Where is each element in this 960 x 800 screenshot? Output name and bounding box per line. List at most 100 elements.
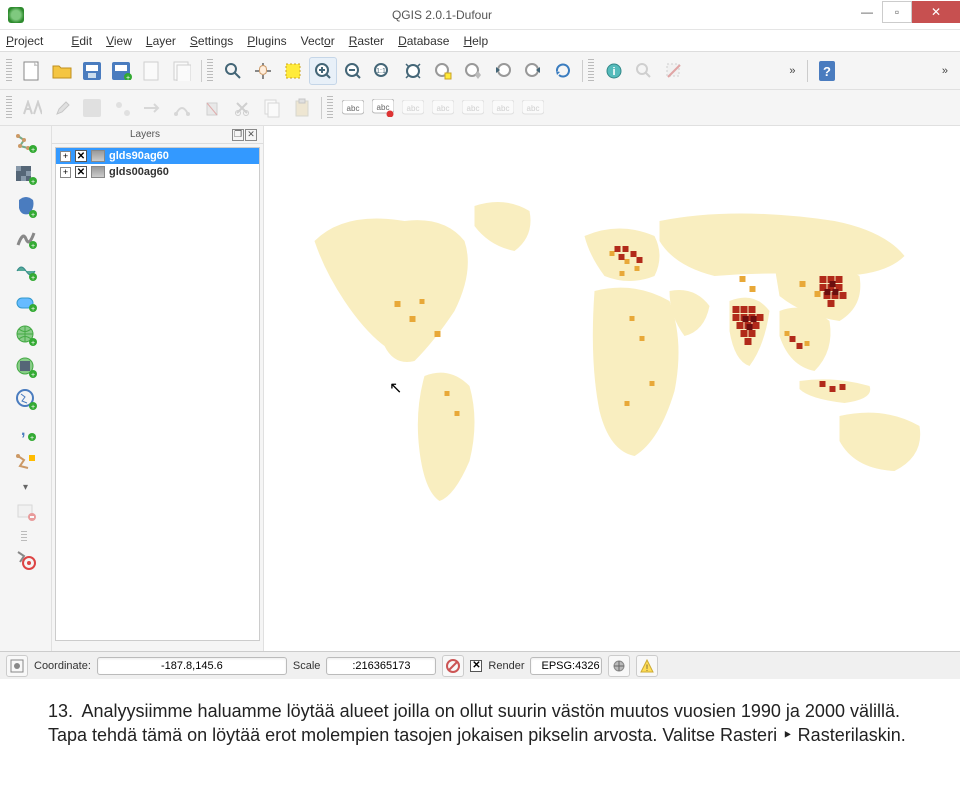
menu-view[interactable]: View — [106, 34, 132, 48]
layer-item-glds00ag60[interactable]: + ✕ glds00ag60 — [56, 164, 259, 180]
svg-text:abc: abc — [467, 104, 480, 113]
minimize-button[interactable]: — — [852, 1, 882, 23]
layer-item-glds90ag60[interactable]: + ✕ glds90ag60 — [56, 148, 259, 164]
epsg-value[interactable]: EPSG:4326 — [530, 657, 602, 675]
toggle-extents-button[interactable] — [6, 655, 28, 677]
toolbar-digitize: abc abc abc abc abc abc abc — [0, 90, 960, 126]
stop-render-button[interactable] — [442, 655, 464, 677]
add-spatialite-layer-button[interactable]: + — [11, 226, 41, 252]
expand-toggle[interactable]: + — [60, 167, 71, 178]
map-canvas[interactable]: ↖ — [264, 126, 960, 651]
menu-project[interactable]: Project — [6, 34, 57, 48]
add-vector-layer-button[interactable]: + — [11, 130, 41, 156]
label-tool-2[interactable]: abc — [369, 94, 397, 122]
layer-visibility-checkbox[interactable]: ✕ — [75, 150, 87, 162]
add-oracle-layer-button[interactable]: + — [11, 290, 41, 316]
svg-text:?: ? — [823, 64, 831, 79]
paste-button[interactable] — [288, 94, 316, 122]
help-button[interactable]: ? — [813, 57, 841, 85]
refresh-button[interactable] — [549, 57, 577, 85]
add-delimited-text-button[interactable]: ,+ — [11, 418, 41, 444]
menu-layer[interactable]: Layer — [146, 34, 176, 48]
save-project-button[interactable] — [78, 57, 106, 85]
toggle-editing-button[interactable] — [48, 94, 76, 122]
expand-toggle[interactable]: + — [60, 151, 71, 162]
layers-panel-title: Layers — [58, 129, 232, 140]
label-tool-5[interactable]: abc — [459, 94, 487, 122]
crs-status-button[interactable] — [608, 655, 630, 677]
toolbar-grip[interactable] — [327, 96, 333, 120]
save-as-button[interactable]: + — [108, 57, 136, 85]
coordinate-value[interactable]: -187.8,145.6 — [97, 657, 287, 675]
add-postgis-layer-button[interactable]: + — [11, 194, 41, 220]
current-edits-button[interactable] — [18, 94, 46, 122]
label-tool-1[interactable]: abc — [339, 94, 367, 122]
pan-map-button[interactable] — [219, 57, 247, 85]
panel-undock-button[interactable]: ❐ — [232, 129, 244, 141]
gps-tool-button[interactable] — [11, 547, 41, 573]
toolbar-grip[interactable] — [6, 59, 12, 83]
scale-value[interactable]: :216365173 — [326, 657, 436, 675]
menu-settings[interactable]: Settings — [190, 34, 233, 48]
zoom-full-button[interactable] — [399, 57, 427, 85]
select-features-button[interactable] — [630, 57, 658, 85]
add-feature-button[interactable] — [108, 94, 136, 122]
layers-list[interactable]: + ✕ glds90ag60 + ✕ glds00ag60 — [55, 147, 260, 641]
menu-raster[interactable]: Raster — [349, 34, 384, 48]
zoom-last-button[interactable] — [489, 57, 517, 85]
menu-database[interactable]: Database — [398, 34, 449, 48]
node-tool-button[interactable] — [168, 94, 196, 122]
menu-plugins[interactable]: Plugins — [247, 34, 286, 48]
zoom-to-selection-button[interactable] — [429, 57, 457, 85]
toolbar-grip[interactable] — [21, 531, 27, 541]
close-button[interactable]: ✕ — [912, 1, 960, 23]
svg-text:+: + — [30, 275, 34, 281]
remove-layer-button[interactable] — [11, 499, 41, 525]
toolbar-grip[interactable] — [6, 96, 12, 120]
label-tool-6[interactable]: abc — [489, 94, 517, 122]
new-project-button[interactable] — [18, 57, 46, 85]
add-wms-layer-button[interactable]: + — [11, 322, 41, 348]
menu-vector[interactable]: Vector — [301, 34, 335, 48]
zoom-in-button[interactable] — [309, 57, 337, 85]
zoom-to-layer-button[interactable] — [459, 57, 487, 85]
add-wcs-layer-button[interactable]: + — [11, 354, 41, 380]
composer-manager-button[interactable] — [168, 57, 196, 85]
render-checkbox[interactable]: ✕ — [470, 660, 482, 672]
toolbar-overflow[interactable]: » — [783, 65, 801, 77]
delete-selected-button[interactable] — [198, 94, 226, 122]
select-button[interactable] — [279, 57, 307, 85]
deselect-button[interactable] — [660, 57, 688, 85]
svg-text:+: + — [30, 372, 34, 378]
menu-edit[interactable]: Edit — [71, 34, 92, 48]
layers-panel-header: Layers ❐ ✕ — [52, 126, 263, 144]
copy-button[interactable] — [258, 94, 286, 122]
pan-to-selection-button[interactable] — [249, 57, 277, 85]
label-tool-3[interactable]: abc — [399, 94, 427, 122]
window-title: QGIS 2.0.1-Dufour — [32, 8, 852, 22]
panel-close-button[interactable]: ✕ — [245, 129, 257, 141]
new-shapefile-button[interactable] — [11, 450, 41, 476]
toolbar-grip[interactable] — [588, 59, 594, 83]
svg-text:abc: abc — [347, 104, 360, 113]
open-project-button[interactable] — [48, 57, 76, 85]
maximize-button[interactable]: ▫ — [882, 1, 912, 23]
add-mssql-layer-button[interactable]: + — [11, 258, 41, 284]
zoom-next-button[interactable] — [519, 57, 547, 85]
layer-visibility-checkbox[interactable]: ✕ — [75, 166, 87, 178]
add-wfs-layer-button[interactable]: + — [11, 386, 41, 412]
add-raster-layer-button[interactable]: + — [11, 162, 41, 188]
label-tool-4[interactable]: abc — [429, 94, 457, 122]
identify-button[interactable]: i — [600, 57, 628, 85]
save-edits-button[interactable] — [78, 94, 106, 122]
cut-button[interactable] — [228, 94, 256, 122]
new-print-composer-button[interactable] — [138, 57, 166, 85]
menu-help[interactable]: Help — [463, 34, 488, 48]
messages-button[interactable]: ! — [636, 655, 658, 677]
zoom-native-button[interactable]: 1:1 — [369, 57, 397, 85]
move-feature-button[interactable] — [138, 94, 166, 122]
toolbar-overflow-2[interactable]: » — [936, 65, 954, 77]
label-tool-7[interactable]: abc — [519, 94, 547, 122]
toolbar-grip[interactable] — [207, 59, 213, 83]
zoom-out-button[interactable] — [339, 57, 367, 85]
